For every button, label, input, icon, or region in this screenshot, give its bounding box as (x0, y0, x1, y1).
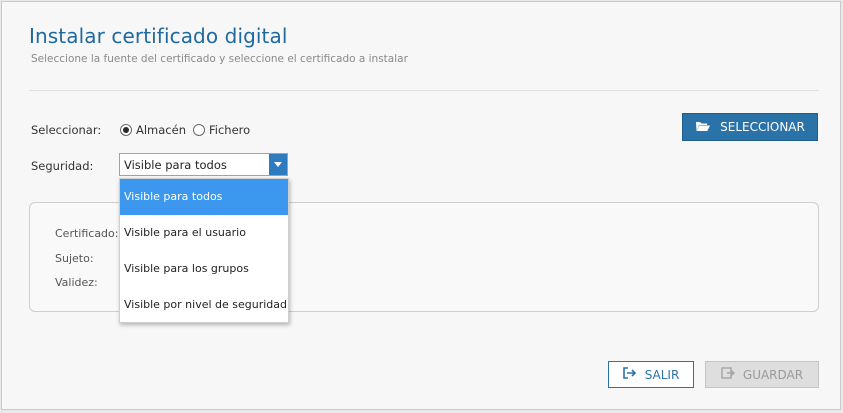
exit-button-label: SALIR (644, 367, 680, 382)
radio-fichero-button[interactable] (193, 124, 205, 136)
select-certificate-label: SELECCIONAR (720, 120, 805, 134)
exit-button[interactable]: SALIR (608, 361, 694, 388)
dropdown-item-nivel[interactable]: Visible por nivel de seguridad (120, 287, 288, 323)
security-dropdown-list: Visible para todos Visible para el usuar… (119, 178, 289, 323)
dropdown-item-grupos[interactable]: Visible para los grupos (120, 251, 288, 287)
dialog-title: Instalar certificado digital (29, 24, 288, 48)
security-select[interactable]: Visible para todos (119, 153, 288, 176)
radio-almacen-label[interactable]: Almacén (136, 123, 186, 137)
source-label: Seleccionar: (31, 123, 102, 137)
security-label: Seguridad: (31, 159, 94, 173)
header-divider (29, 90, 819, 91)
chevron-down-icon[interactable] (269, 154, 287, 175)
folder-open-icon (695, 120, 711, 135)
radio-fichero-label[interactable]: Fichero (209, 123, 250, 137)
install-certificate-dialog: Instalar certificado digital Seleccione … (1, 1, 841, 410)
certificado-label: Certificado: (55, 227, 119, 240)
save-install-icon (721, 367, 735, 382)
radio-almacen[interactable]: Almacén (120, 123, 186, 137)
dialog-subtitle: Seleccione la fuente del certificado y s… (31, 53, 408, 65)
select-certificate-button[interactable]: SELECCIONAR (682, 113, 818, 141)
save-button[interactable]: GUARDAR (705, 361, 819, 388)
radio-fichero[interactable]: Fichero (193, 123, 250, 137)
dropdown-item-todos[interactable]: Visible para todos (120, 179, 288, 215)
radio-almacen-button[interactable] (120, 124, 132, 136)
sign-out-icon (622, 367, 637, 382)
security-select-value: Visible para todos (124, 158, 227, 172)
validez-label: Validez: (55, 276, 98, 289)
sujeto-label: Sujeto: (55, 252, 94, 265)
save-button-label: GUARDAR (742, 367, 804, 382)
dropdown-item-usuario[interactable]: Visible para el usuario (120, 215, 288, 251)
